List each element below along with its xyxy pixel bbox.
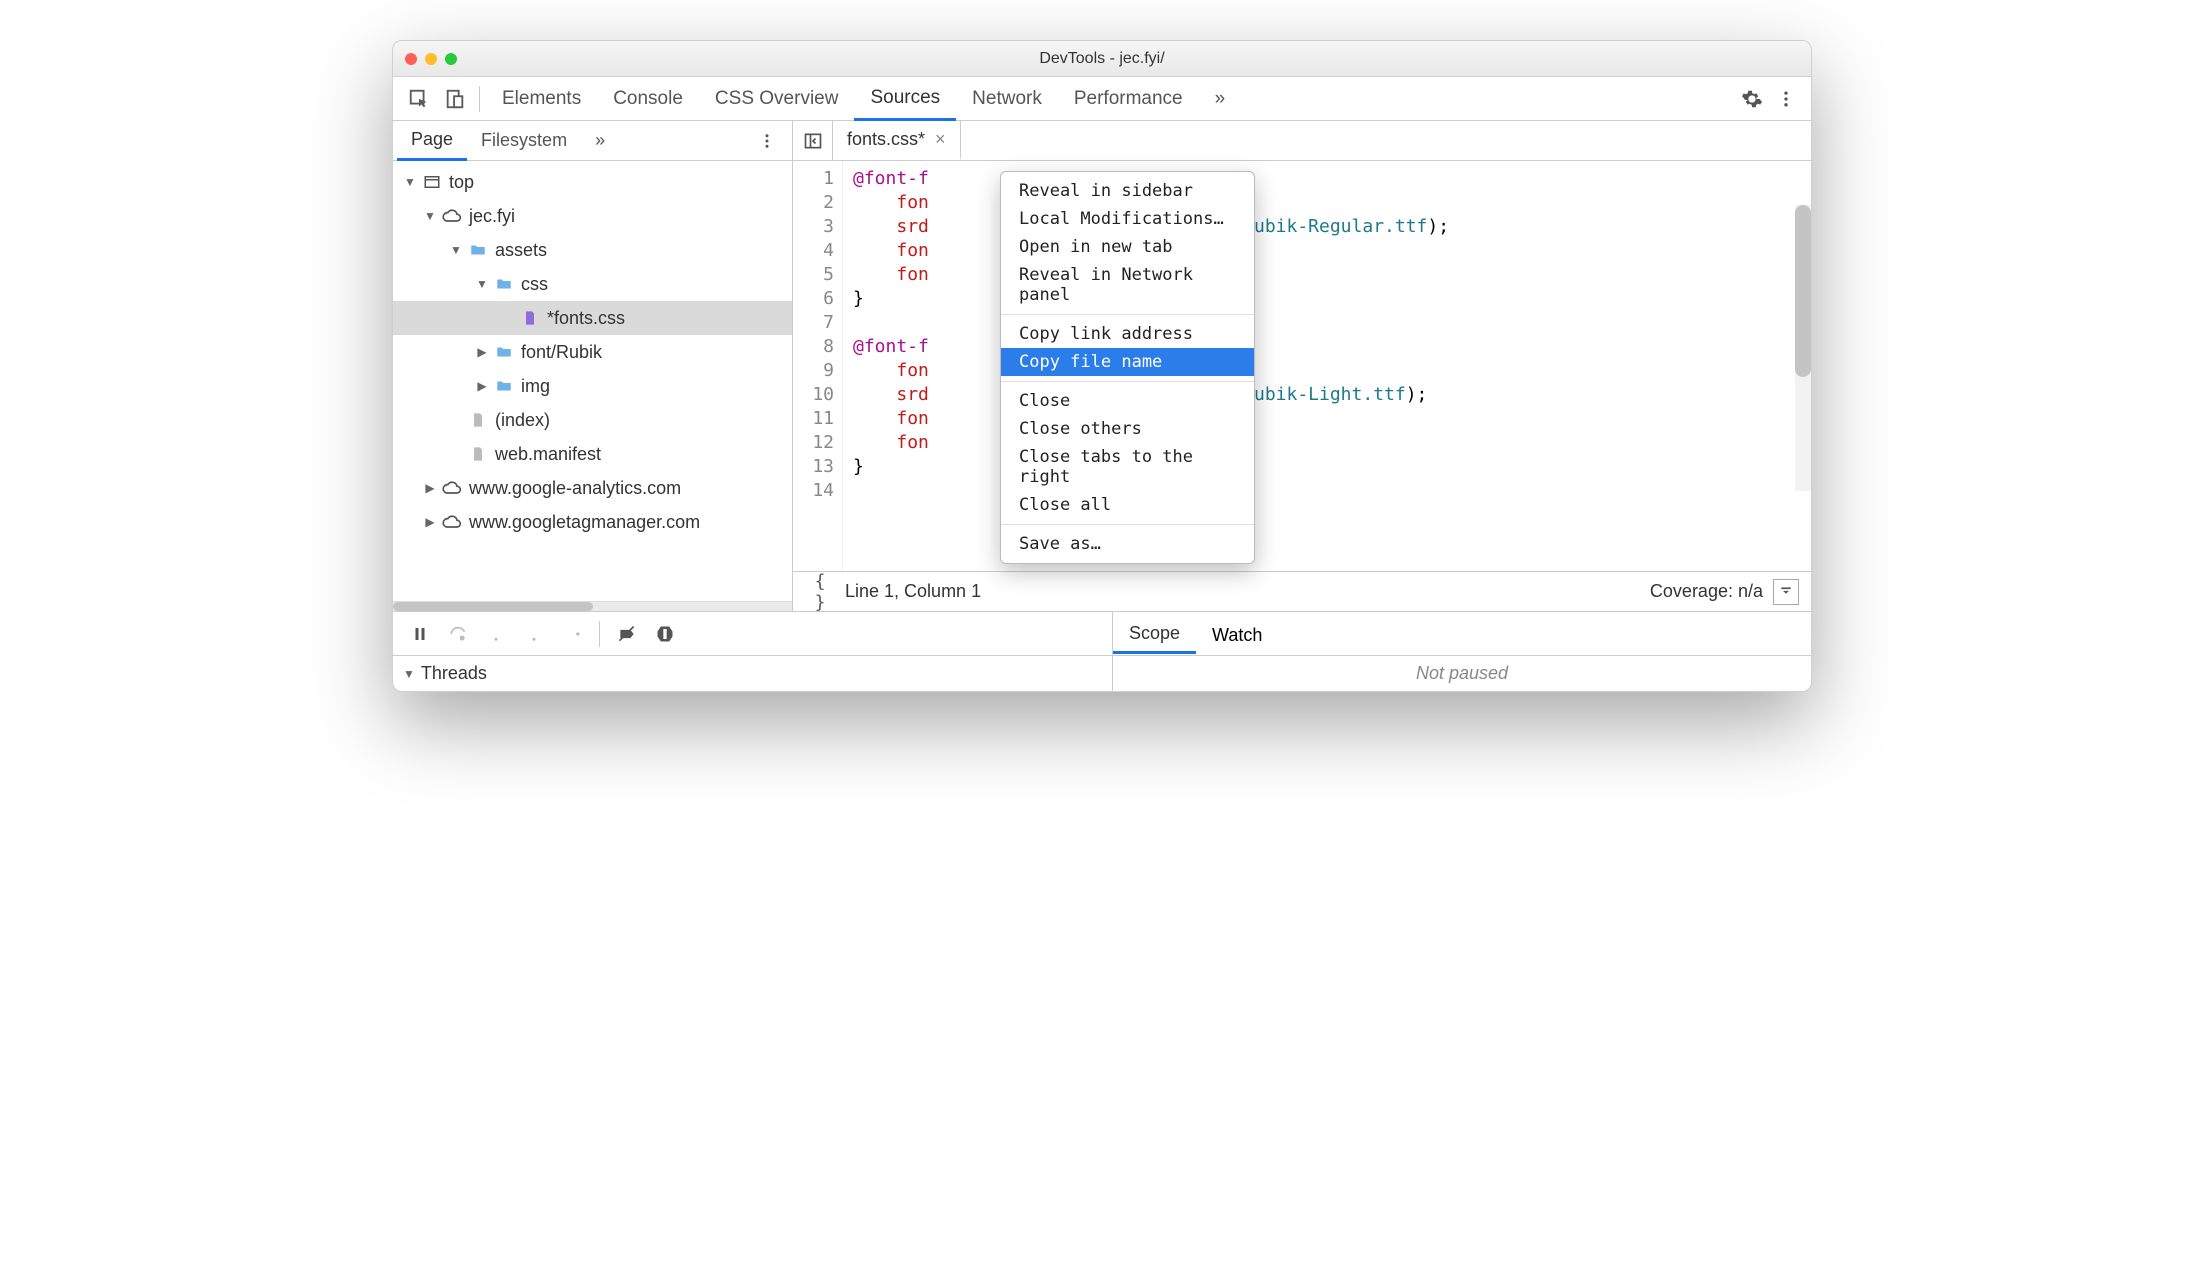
folder-icon bbox=[467, 239, 489, 261]
threads-section[interactable]: ▼Threads bbox=[393, 656, 1113, 691]
folder-icon bbox=[493, 341, 515, 363]
menu-copy-file-name[interactable]: Copy file name bbox=[1001, 348, 1254, 376]
inspect-element-icon[interactable] bbox=[401, 81, 437, 117]
menu-save-as[interactable]: Save as… bbox=[1001, 530, 1254, 558]
window-title: DevTools - jec.fyi/ bbox=[393, 50, 1811, 68]
tab-sources[interactable]: Sources bbox=[854, 77, 956, 121]
close-tab-icon[interactable]: × bbox=[935, 129, 946, 150]
css-file-icon bbox=[519, 307, 541, 329]
step-over-button[interactable] bbox=[441, 617, 475, 651]
folder-icon bbox=[493, 375, 515, 397]
menu-copy-link[interactable]: Copy link address bbox=[1001, 320, 1254, 348]
device-toolbar-icon[interactable] bbox=[437, 81, 473, 117]
toggle-navigator-icon[interactable] bbox=[793, 121, 833, 161]
devtools-window: DevTools - jec.fyi/ Elements Console CSS… bbox=[392, 40, 1812, 692]
tree-css[interactable]: ▼css bbox=[393, 267, 792, 301]
menu-close-right[interactable]: Close tabs to the right bbox=[1001, 443, 1254, 491]
footer-row: ▼Threads Not paused bbox=[393, 655, 1811, 691]
tree-index[interactable]: (index) bbox=[393, 403, 792, 437]
menu-open-new-tab[interactable]: Open in new tab bbox=[1001, 233, 1254, 261]
file-icon bbox=[467, 409, 489, 431]
folder-icon bbox=[493, 273, 515, 295]
context-menu: Reveal in sidebar Local Modifications… O… bbox=[1000, 171, 1255, 564]
tree-font-rubik[interactable]: ▶font/Rubik bbox=[393, 335, 792, 369]
step-out-button[interactable] bbox=[517, 617, 551, 651]
pause-on-exceptions-button[interactable] bbox=[648, 617, 682, 651]
file-icon bbox=[467, 443, 489, 465]
step-button[interactable] bbox=[555, 617, 589, 651]
menu-reveal-network[interactable]: Reveal in Network panel bbox=[1001, 261, 1254, 309]
file-tab-fonts-css[interactable]: fonts.css* × bbox=[833, 121, 961, 160]
side-tabs-overflow[interactable]: » bbox=[581, 122, 619, 159]
cloud-icon bbox=[441, 511, 463, 533]
kebab-menu-icon[interactable] bbox=[1769, 82, 1803, 116]
cursor-position: Line 1, Column 1 bbox=[835, 581, 1650, 602]
titlebar: DevTools - jec.fyi/ bbox=[393, 41, 1811, 77]
tree-ga[interactable]: ▶www.google-analytics.com bbox=[393, 471, 792, 505]
tree-gtm[interactable]: ▶www.googletagmanager.com bbox=[393, 505, 792, 539]
debug-tab-watch[interactable]: Watch bbox=[1196, 615, 1278, 653]
step-into-button[interactable] bbox=[479, 617, 513, 651]
coverage-dropdown-icon[interactable] bbox=[1773, 579, 1799, 605]
tree-horizontal-scrollbar[interactable] bbox=[393, 601, 792, 611]
menu-local-modifications[interactable]: Local Modifications… bbox=[1001, 205, 1254, 233]
not-paused-label: Not paused bbox=[1113, 656, 1811, 691]
editor-vertical-scrollbar[interactable] bbox=[1795, 205, 1811, 491]
coverage-label: Coverage: n/a bbox=[1650, 581, 1773, 602]
editor-status-bar: { } Line 1, Column 1 Coverage: n/a bbox=[793, 571, 1811, 611]
main-tab-bar: Elements Console CSS Overview Sources Ne… bbox=[393, 77, 1811, 121]
tree-img[interactable]: ▶img bbox=[393, 369, 792, 403]
cloud-icon bbox=[441, 205, 463, 227]
code-editor[interactable]: 1234567891011121314 @font-f fon srd Rubi… bbox=[793, 161, 1811, 571]
tree-fonts-css[interactable]: *fonts.css bbox=[393, 301, 792, 335]
pause-button[interactable] bbox=[403, 617, 437, 651]
tree-assets[interactable]: ▼assets bbox=[393, 233, 792, 267]
cloud-icon bbox=[441, 477, 463, 499]
file-tab-label: fonts.css* bbox=[847, 129, 925, 150]
debugger-toolbar: Scope Watch bbox=[393, 611, 1811, 655]
side-tab-page[interactable]: Page bbox=[397, 121, 467, 161]
line-gutter: 1234567891011121314 bbox=[793, 161, 843, 571]
tab-elements[interactable]: Elements bbox=[486, 78, 597, 119]
tabs-overflow[interactable]: » bbox=[1199, 78, 1242, 119]
side-more-icon[interactable] bbox=[758, 132, 788, 150]
menu-close-others[interactable]: Close others bbox=[1001, 415, 1254, 443]
tab-network[interactable]: Network bbox=[956, 78, 1058, 119]
tab-css-overview[interactable]: CSS Overview bbox=[699, 78, 855, 119]
menu-close-all[interactable]: Close all bbox=[1001, 491, 1254, 519]
side-tab-filesystem[interactable]: Filesystem bbox=[467, 122, 581, 159]
menu-close[interactable]: Close bbox=[1001, 387, 1254, 415]
frame-icon bbox=[421, 171, 443, 193]
settings-icon[interactable] bbox=[1735, 82, 1769, 116]
deactivate-breakpoints-button[interactable] bbox=[610, 617, 644, 651]
tree-domain[interactable]: ▼jec.fyi bbox=[393, 199, 792, 233]
tree-top[interactable]: ▼top bbox=[393, 165, 792, 199]
tab-performance[interactable]: Performance bbox=[1058, 78, 1199, 119]
tree-manifest[interactable]: web.manifest bbox=[393, 437, 792, 471]
pretty-print-button[interactable]: { } bbox=[805, 571, 835, 613]
navigator-pane: Page Filesystem » ▼top ▼jec.fyi ▼assets … bbox=[393, 121, 793, 611]
file-tree[interactable]: ▼top ▼jec.fyi ▼assets ▼css *fonts.css ▶f… bbox=[393, 161, 792, 601]
menu-reveal-sidebar[interactable]: Reveal in sidebar bbox=[1001, 177, 1254, 205]
debug-tab-scope[interactable]: Scope bbox=[1113, 613, 1196, 654]
tab-console[interactable]: Console bbox=[597, 78, 699, 119]
editor-pane: fonts.css* × 1234567891011121314 @font-f… bbox=[793, 121, 1811, 611]
